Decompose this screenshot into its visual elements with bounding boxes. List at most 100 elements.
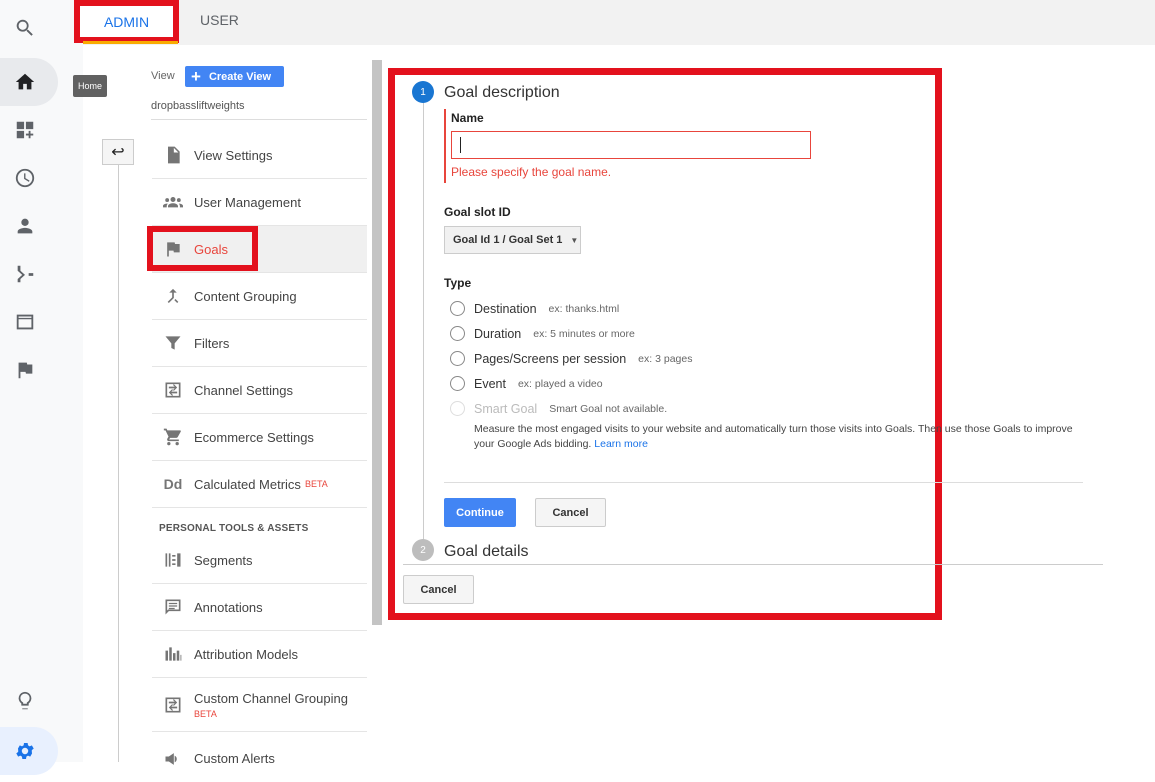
document-icon [152,145,194,165]
divider [403,564,1103,565]
bottom-cancel-button[interactable]: Cancel [403,575,474,604]
type-option-label: Pages/Screens per session [474,351,627,366]
type-option-smart-goal: Smart Goal Smart Goal not available. [450,401,667,416]
type-option-example: ex: played a video [517,377,603,390]
nav-item-text: Custom Channel Grouping BETA [194,691,348,719]
nav-item-content-grouping[interactable]: Content Grouping [152,273,367,320]
type-option-example: ex: 3 pages [638,352,693,365]
divider [151,119,367,120]
back-column-line [118,165,119,762]
type-option-label: Destination [474,301,537,316]
attribution-icon [152,644,194,664]
create-view-button[interactable]: + Create View [185,66,284,87]
step-1-badge: 1 [412,81,434,103]
people-icon [152,192,194,212]
section-heading: PERSONAL TOOLS & ASSETS [159,523,309,534]
step-connector-line [423,102,424,542]
back-arrow-icon: ↩ [111,144,125,161]
nav-item-label: Channel Settings [194,382,294,398]
name-error-message: Please specify the goal name. [451,165,612,179]
goal-slot-value: Goal Id 1 / Goal Set 1 [453,234,563,246]
type-option-destination[interactable]: Destination ex: thanks.html [450,301,619,316]
radio-button [450,401,465,416]
nav-item-calculated-metrics[interactable]: Dd Calculated Metrics BETA [152,461,367,508]
cancel-button[interactable]: Cancel [535,498,606,527]
merge-icon [152,286,194,306]
type-label: Type [444,276,472,290]
radio-button[interactable] [450,326,465,341]
tab-admin[interactable]: ADMIN [74,0,179,43]
channel-icon [152,695,194,715]
type-option-label: Duration [474,326,522,341]
nav-item-segments[interactable]: Segments [152,537,367,584]
beta-badge: BETA [304,479,328,489]
step-1-title: Goal description [444,84,560,101]
nav-item-user-management[interactable]: User Management [152,179,367,226]
nav-item-ecommerce-settings[interactable]: Ecommerce Settings [152,414,367,461]
nav-item-custom-alerts[interactable]: Custom Alerts [152,735,367,782]
audience-person-icon[interactable] [10,211,40,241]
back-arrow-button[interactable]: ↩ [102,139,134,165]
search-icon[interactable] [10,13,40,43]
tab-user[interactable]: USER [200,12,239,28]
home-icon[interactable] [10,67,40,97]
step-2-title: Goal details [444,543,529,560]
learn-more-link[interactable]: Learn more [594,438,648,450]
cart-icon [152,427,194,447]
nav-item-label: Custom Alerts [194,751,275,766]
nav-item-label: Segments [194,552,253,568]
nav-item-label: Attribution Models [194,646,299,662]
filter-icon [152,333,194,353]
nav-item-attribution-models[interactable]: Attribution Models [152,631,367,678]
type-option-duration[interactable]: Duration ex: 5 minutes or more [450,326,635,341]
nav-item-custom-channel-grouping[interactable]: Custom Channel Grouping BETA [152,678,367,732]
discover-lightbulb-icon[interactable] [10,686,40,716]
customization-icon[interactable] [10,115,40,145]
home-tooltip: Home [73,75,108,97]
nav-item-label: User Management [194,194,301,210]
view-name[interactable]: dropbassliftweights [151,100,245,112]
chevron-down-icon: ▼ [570,235,579,245]
annotation-icon [152,597,194,617]
divider [444,482,1083,483]
nav-item-label: Annotations [194,599,263,615]
acquisition-icon[interactable] [10,259,40,289]
goal-name-input[interactable] [451,131,811,159]
smart-goal-text: Measure the most engaged visits to your … [474,423,1073,450]
behavior-icon[interactable] [10,307,40,337]
type-option-pages-per-session[interactable]: Pages/Screens per session ex: 3 pages [450,351,692,366]
realtime-clock-icon[interactable] [10,163,40,193]
name-label: Name [451,111,484,125]
type-option-label: Smart Goal [474,401,538,416]
type-option-example: ex: 5 minutes or more [533,327,635,340]
dd-icon: Dd [163,476,183,492]
nav-item-filters[interactable]: Filters [152,320,367,367]
nav-item-annotations[interactable]: Annotations [152,584,367,631]
nav-item-label: Ecommerce Settings [194,429,314,445]
beta-badge: BETA [194,708,217,719]
nav-item-view-settings[interactable]: View Settings [152,132,367,179]
create-view-label: Create View [208,70,272,83]
smart-goal-description: Measure the most engaged visits to your … [474,422,1074,452]
nav-scrollbar[interactable] [372,60,382,625]
nav-item-label: Filters [194,335,230,351]
view-label: View [151,70,175,82]
nav-item-label: Calculated Metrics [194,476,301,492]
conversions-flag-icon[interactable] [10,355,40,385]
top-tab-bar [83,0,1155,45]
type-option-label: Event [474,376,506,391]
type-option-example: Smart Goal not available. [549,402,668,415]
goal-slot-dropdown[interactable]: Goal Id 1 / Goal Set 1 ▼ [444,226,581,254]
tab-admin-underline [83,41,178,44]
text-cursor [460,137,461,153]
continue-button[interactable]: Continue [444,498,516,527]
radio-button[interactable] [450,376,465,391]
plus-icon: + [191,67,201,86]
step-2-badge: 2 [412,539,434,561]
radio-button[interactable] [450,351,465,366]
nav-item-label: Custom Channel Grouping [194,690,348,706]
type-option-event[interactable]: Event ex: played a video [450,376,603,391]
nav-item-channel-settings[interactable]: Channel Settings [152,367,367,414]
radio-button[interactable] [450,301,465,316]
channel-icon [152,380,194,400]
